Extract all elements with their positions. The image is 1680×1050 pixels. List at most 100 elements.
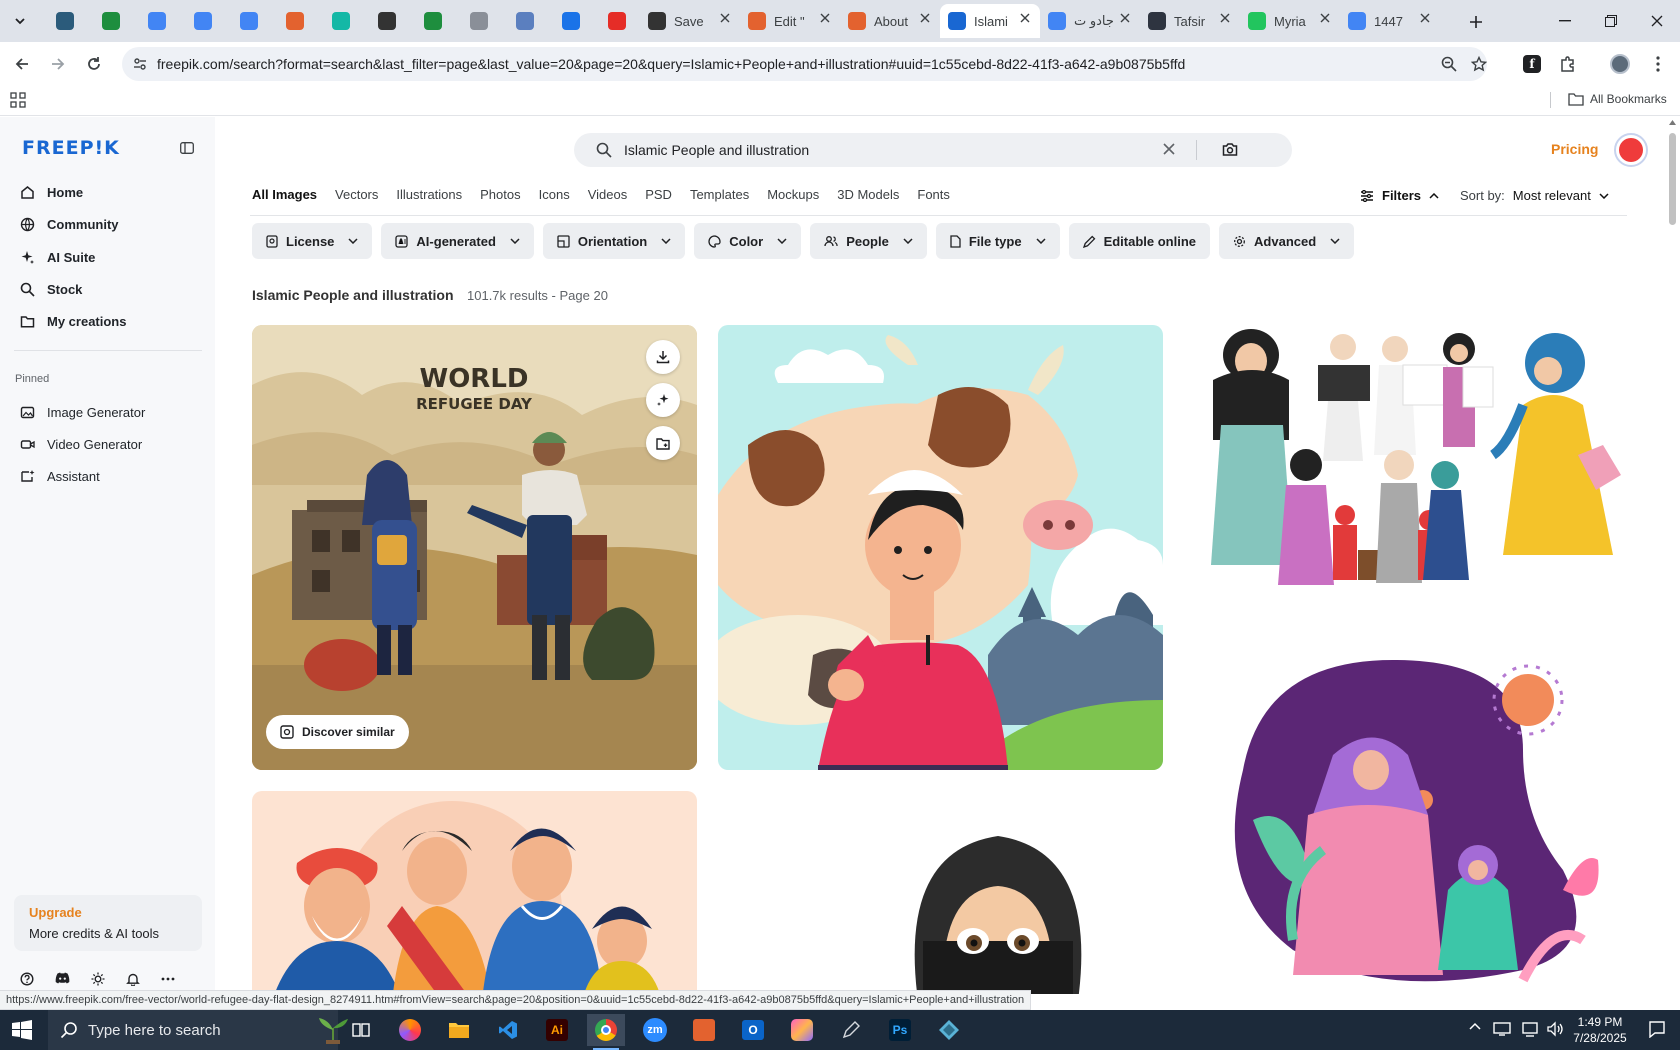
category-tab[interactable]: Templates [690,187,749,202]
page-scrollbar[interactable] [1665,117,1680,994]
pen-tool-icon[interactable] [832,1014,870,1046]
more-options-icon[interactable] [161,972,175,986]
category-tab[interactable]: Icons [539,187,570,202]
pinned-browser-tab[interactable] [226,4,272,38]
category-tab[interactable]: 3D Models [837,187,899,202]
windows-start-icon[interactable] [12,1020,32,1040]
new-tab-button[interactable] [1462,8,1490,36]
category-tab[interactable]: All Images [252,187,317,202]
pinned-browser-tab[interactable] [364,4,410,38]
back-icon[interactable] [8,50,36,78]
zoom-icon[interactable] [1439,54,1459,74]
profile-avatar-icon[interactable] [1606,50,1634,78]
close-window-icon[interactable] [1634,0,1680,42]
extension-f-icon[interactable]: f [1518,50,1546,78]
notifications-bell-icon[interactable] [126,972,140,986]
pinned-browser-tab[interactable] [88,4,134,38]
reload-icon[interactable] [80,50,108,78]
pinned-browser-tab[interactable] [502,4,548,38]
sidebar-item-assistant[interactable]: Assistant [20,464,100,488]
search-input[interactable]: Islamic People and illustration [624,142,809,158]
sidebar-item-image-generator[interactable]: Image Generator [20,400,145,424]
filter-chip[interactable]: Color [694,223,802,259]
scrollbar-thumb[interactable] [1669,133,1676,225]
app-diamond-icon[interactable] [930,1014,968,1046]
filter-chip[interactable]: License [252,223,373,259]
illustrator-icon[interactable]: Ai [538,1014,576,1046]
browser-tab[interactable]: About [840,4,940,38]
address-bar[interactable]: freepik.com/search?format=search&last_fi… [122,47,1487,81]
close-tab-icon[interactable] [1220,13,1230,23]
pricing-link[interactable]: Pricing [1551,141,1598,157]
filters-toggle-button[interactable]: Filters [1360,188,1439,203]
pinned-browser-tab[interactable] [272,4,318,38]
photoshop-icon[interactable]: Ps [881,1014,919,1046]
pinned-browser-tab[interactable] [180,4,226,38]
user-avatar[interactable] [1614,133,1648,167]
tray-device-icon[interactable] [1493,1021,1511,1037]
bookmark-star-icon[interactable] [1469,54,1489,74]
box-app-icon[interactable] [685,1014,723,1046]
category-tab[interactable]: Vectors [335,187,378,202]
close-tab-icon[interactable] [720,13,730,23]
outlook-icon[interactable]: O [734,1014,772,1046]
result-card-family[interactable] [252,791,697,994]
browser-tab[interactable]: Tafsir [1140,4,1240,38]
tab-search-icon[interactable] [8,9,32,33]
all-bookmarks-button[interactable]: All Bookmarks [1568,92,1667,106]
pinned-browser-tab[interactable] [42,4,88,38]
result-card-world-refugee-day[interactable]: WORLD REFUGEE DAY Discover similar [252,325,697,770]
clear-search-icon[interactable] [1162,142,1176,156]
sidebar-item-stock[interactable]: Stock [20,277,82,301]
freepik-logo[interactable]: FREEP!K [22,137,120,159]
theme-sun-icon[interactable] [91,972,105,986]
category-tab[interactable]: Photos [480,187,520,202]
sidebar-item-community[interactable]: Community [20,212,119,236]
chrome-icon[interactable] [587,1014,625,1050]
close-tab-icon[interactable] [1020,13,1030,23]
pinned-browser-tab[interactable] [134,4,180,38]
close-tab-icon[interactable] [1420,13,1430,23]
minimize-icon[interactable] [1542,0,1588,42]
download-button[interactable] [646,340,680,374]
browser-tab[interactable]: Myria [1240,4,1340,38]
browser-tab[interactable]: Save [640,4,740,38]
browser-tab[interactable]: 1447 [1340,4,1440,38]
vscode-icon[interactable] [489,1014,527,1046]
filter-chip[interactable]: File type [935,223,1060,259]
pinned-browser-tab[interactable] [410,4,456,38]
creative-cloud-icon[interactable] [783,1014,821,1046]
result-card-hijab-girl[interactable] [718,791,1163,994]
sidebar-item-ai-suite[interactable]: AI Suite [20,245,95,269]
browser-tab[interactable]: Islami [940,4,1040,38]
help-icon[interactable] [20,972,34,986]
filter-chip[interactable]: Editable online [1068,223,1211,259]
notification-center-icon[interactable] [1648,1020,1666,1038]
taskbar-search-box[interactable]: Type here to search [48,1010,348,1050]
result-card-muslim-people-set[interactable] [1183,325,1628,605]
zoom-app-icon[interactable]: zm [636,1014,674,1046]
close-tab-icon[interactable] [1320,13,1330,23]
collapse-sidebar-icon[interactable] [180,142,194,154]
category-tab[interactable]: Illustrations [396,187,462,202]
search-bar[interactable]: Islamic People and illustration [574,133,1292,167]
ai-edit-button[interactable] [646,383,680,417]
restore-icon[interactable] [1588,0,1634,42]
pinned-browser-tab[interactable] [456,4,502,38]
category-tab[interactable]: PSD [645,187,672,202]
taskbar-clock[interactable]: 1:49 PM 7/28/2025 [1560,1014,1640,1046]
close-tab-icon[interactable] [920,13,930,23]
tray-chevron-icon[interactable] [1469,1022,1481,1030]
camera-search-icon[interactable] [1222,142,1238,157]
forward-icon[interactable] [44,50,72,78]
browser-tab[interactable]: Edit " [740,4,840,38]
category-tab[interactable]: Fonts [917,187,950,202]
sidebar-item-home[interactable]: Home [20,180,83,204]
browser-tab[interactable]: جادو ت [1040,4,1140,38]
result-card-mother-and-child[interactable] [1183,640,1628,994]
category-tab[interactable]: Mockups [767,187,819,202]
save-to-collection-button[interactable] [646,426,680,460]
filter-chip[interactable]: People [810,223,927,259]
tray-network-icon[interactable] [1521,1021,1539,1037]
sidebar-item-video-generator[interactable]: Video Generator [20,432,142,456]
